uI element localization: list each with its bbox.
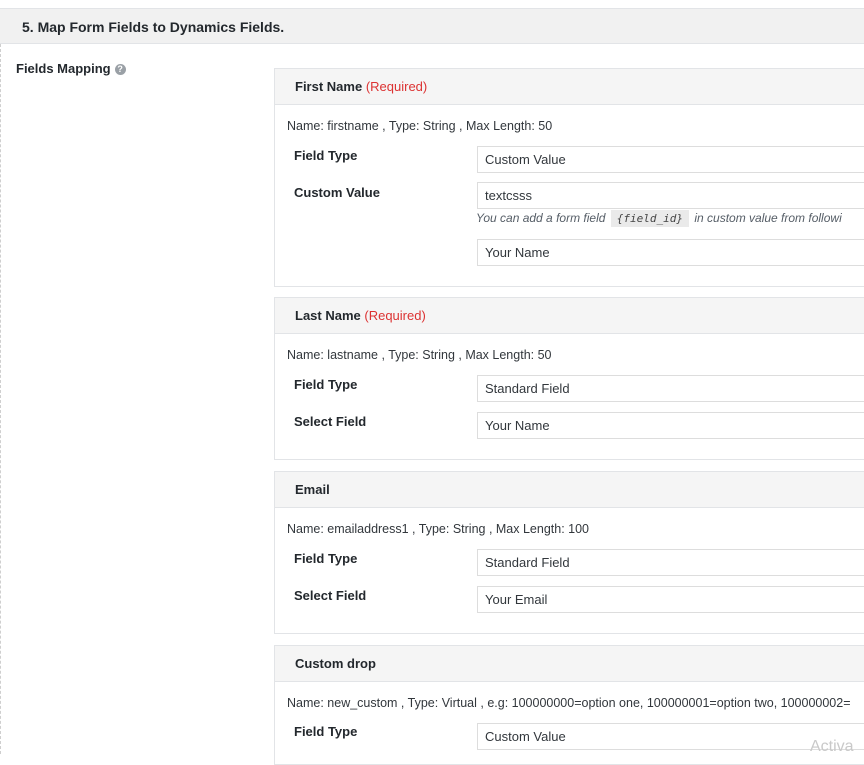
field-type-select[interactable]: Custom Value: [477, 146, 864, 173]
card-title-text: Email: [295, 482, 330, 497]
field-type-label: Field Type: [294, 551, 358, 566]
card-title-text: Custom drop: [295, 656, 376, 671]
field-type-label: Field Type: [294, 724, 358, 739]
field-id-code: {field_id}: [610, 210, 689, 227]
field-type-select[interactable]: Standard Field: [477, 375, 864, 402]
hint-text-start: You can add a form field: [476, 211, 606, 225]
card-title: First Name (Required): [295, 79, 427, 94]
left-divider: [0, 44, 1, 754]
form-field-select[interactable]: Your Name: [477, 239, 864, 266]
field-meta: Name: emailaddress1 , Type: String , Max…: [287, 522, 590, 536]
card-title: Custom drop: [295, 656, 376, 671]
field-card-email: Email Name: emailaddress1 , Type: String…: [274, 471, 864, 634]
field-type-select[interactable]: Custom Value: [477, 723, 864, 750]
card-title-text: Last Name: [295, 308, 361, 323]
hint-text-end: in custom value from followi: [694, 211, 842, 225]
field-type-label: Field Type: [294, 377, 358, 392]
card-title-text: First Name: [295, 79, 363, 94]
help-icon[interactable]: ?: [114, 64, 126, 76]
field-meta: Name: new_custom , Type: Virtual , e.g: …: [287, 696, 851, 710]
card-header: Custom drop: [275, 646, 864, 682]
field-type-select[interactable]: Standard Field: [477, 549, 864, 576]
card-title: Last Name (Required): [295, 308, 426, 323]
custom-value-hint: You can add a form field {field_id} in c…: [476, 210, 842, 227]
field-type-label: Field Type: [294, 148, 358, 163]
field-card-custom-drop: Custom drop Name: new_custom , Type: Vir…: [274, 645, 864, 765]
custom-value-input[interactable]: textcsss: [477, 182, 864, 209]
select-field-select[interactable]: Your Name: [477, 412, 864, 439]
section-header: 5. Map Form Fields to Dynamics Fields.: [0, 8, 864, 44]
custom-value-label: Custom Value: [294, 185, 380, 200]
select-field-select[interactable]: Your Email: [477, 586, 864, 613]
field-card-last-name: Last Name (Required) Name: lastname , Ty…: [274, 297, 864, 460]
section-title: 5. Map Form Fields to Dynamics Fields.: [22, 19, 285, 35]
activation-watermark: Activa: [810, 738, 854, 755]
field-meta: Name: firstname , Type: String , Max Len…: [287, 119, 553, 133]
select-field-label: Select Field: [294, 588, 367, 603]
required-marker: (Required): [364, 308, 426, 323]
card-title: Email: [295, 482, 330, 497]
field-meta: Name: lastname , Type: String , Max Leng…: [287, 348, 552, 362]
card-header: Last Name (Required): [275, 298, 864, 334]
required-marker: (Required): [365, 79, 428, 94]
field-card-first-name: First Name (Required) Name: firstname , …: [274, 68, 864, 287]
card-header: Email: [275, 472, 864, 508]
select-field-label: Select Field: [294, 414, 367, 429]
card-header: First Name (Required): [275, 69, 864, 105]
fields-mapping-label: Fields Mapping?: [16, 61, 126, 76]
fields-mapping-text: Fields Mapping: [16, 61, 111, 76]
